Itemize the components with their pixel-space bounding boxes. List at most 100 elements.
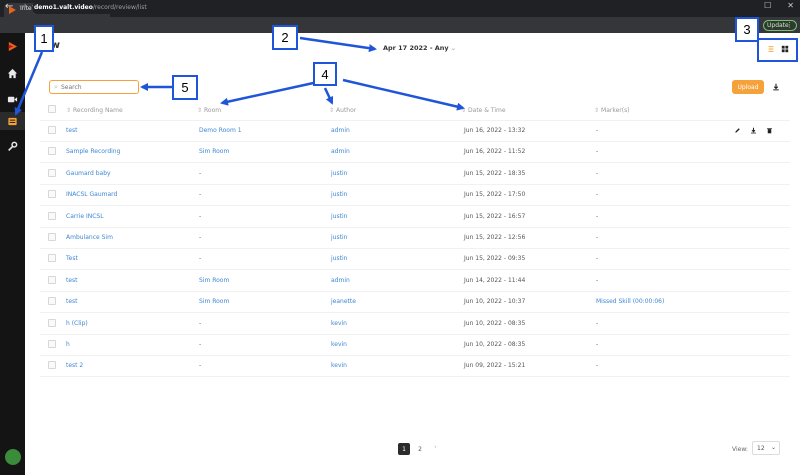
cell-author[interactable]: justin [331,191,347,198]
cell-date-time: Jun 14, 2022 - 11:44 [464,276,526,284]
cell-recording-name[interactable]: Test [66,255,78,262]
page-2-button[interactable]: 2 [414,443,426,455]
cell-recording-name[interactable]: Gaumard baby [66,170,111,177]
cell-author[interactable]: admin [331,148,350,155]
more-menu-icon[interactable]: ⋮ [786,21,793,29]
row-checkbox[interactable] [48,211,56,220]
cell-markers: - [596,127,599,134]
row-checkbox[interactable] [48,275,56,284]
table-row[interactable]: test Sim Room jeanette Jun 10, 2022 - 10:37… [40,292,790,314]
row-checkbox[interactable] [48,233,56,241]
callout-2: 2 [272,25,298,50]
edit-icon[interactable] [732,125,742,135]
tools-icon[interactable] [0,137,25,155]
download-icon[interactable] [769,80,783,94]
cell-author[interactable]: admin [331,277,350,284]
cell-markers[interactable]: Missed Skill (00:00:06) [596,298,664,305]
cell-date-time: Jun 15, 2022 - 09:35 [464,255,526,263]
header-room[interactable]: ⇕ Room [197,107,221,114]
cell-room[interactable]: Sim Room [199,298,229,305]
row-checkbox[interactable] [48,318,56,327]
address-bar[interactable]: demo1.valt.video/record/review/list [32,2,757,14]
table-row[interactable]: INACSL Gaumard - justin Jun 15, 2022 - 17:5… [40,185,790,207]
cell-room[interactable]: Demo Room 1 [199,127,242,134]
header-date-time[interactable]: ⇕ Date & Time [461,107,506,114]
cell-recording-name[interactable]: INACSL Gaumard [66,191,117,198]
row-checkbox[interactable] [48,190,56,199]
back-arrow-icon[interactable]: ← [5,1,13,12]
cell-recording-name[interactable]: test 2 [66,362,83,369]
cell-markers: - [596,191,599,199]
page-size-select[interactable]: 12 ⌄ [752,441,780,455]
date-range-filter[interactable]: Apr 17 2022 - Any ⌄ [383,44,456,52]
page-1-button[interactable]: 1 [398,443,410,455]
cell-room[interactable]: Sim Room [199,148,229,155]
table-row[interactable]: Carrie INCSL - justin Jun 15, 2022 - 16:57 - [40,207,790,228]
next-page-icon[interactable]: › [434,443,437,451]
cell-author[interactable]: jeanette [331,298,356,305]
table-row[interactable]: test 2 - kevin Jun 09, 2022 - 15:21 - [40,356,790,378]
row-checkbox[interactable] [48,168,56,177]
table-row[interactable]: h - kevin Jun 10, 2022 - 08:35 - [40,335,790,356]
row-checkbox[interactable] [48,147,56,156]
table-row[interactable]: Gaumard baby - justin Jun 15, 2022 - 18:35 - [40,164,790,185]
cell-author[interactable]: justin [331,255,347,262]
home-icon[interactable] [0,64,25,82]
header-author[interactable]: ⇕ Author [329,107,356,114]
url-path: /record/review/list [92,4,147,11]
user-avatar[interactable] [5,449,21,465]
table-row[interactable]: test Sim Room admin Jun 14, 2022 - 11:44 - [40,271,790,292]
delete-icon[interactable] [764,125,774,135]
search-input[interactable] [61,82,136,92]
row-checkbox[interactable] [48,297,56,306]
download-icon[interactable] [748,125,758,135]
row-checkbox[interactable] [48,254,56,263]
close-icon[interactable]: ✕ [787,1,794,10]
cell-recording-name[interactable]: Carrie INCSL [66,213,104,220]
cell-markers: - [596,148,599,156]
cell-recording-name[interactable]: Sample Recording [66,148,120,155]
forward-arrow-icon[interactable]: → [19,1,27,12]
cell-recording-name[interactable]: test [66,277,78,284]
cell-room: - [199,341,202,348]
cell-recording-name[interactable]: h [66,341,70,348]
cell-room[interactable]: Sim Room [199,277,229,284]
cell-recording-name[interactable]: h (Clip) [66,320,88,327]
cell-recording-name[interactable]: Ambulance Sim [66,234,113,241]
table-row[interactable]: Test - justin Jun 15, 2022 - 09:35 - [40,249,790,271]
chevron-down-icon: ⌄ [450,44,457,52]
cell-author[interactable]: kevin [331,320,347,327]
search-field[interactable]: ⌕ [49,80,139,94]
select-all-checkbox[interactable] [48,105,56,113]
brand-logo-icon[interactable] [0,37,25,55]
cell-room: - [199,255,202,263]
table-row[interactable]: Ambulance Sim - justin Jun 15, 2022 - 12:56… [40,228,790,249]
cell-recording-name[interactable]: test [66,298,78,305]
cell-date-time: Jun 15, 2022 - 16:57 [464,212,526,220]
cell-room: - [199,362,202,370]
record-icon[interactable] [0,90,25,108]
table-row[interactable]: test Demo Room 1 admin Jun 16, 2022 - 13:32… [40,121,790,142]
upload-button[interactable]: Upload [732,80,764,94]
cell-room: - [199,212,202,220]
cell-date-time: Jun 16, 2022 - 13:32 [464,127,526,134]
table-row[interactable]: Sample Recording Sim Room admin Jun 16, 202… [40,142,790,164]
cell-author[interactable]: justin [331,213,347,220]
review-icon[interactable] [0,112,25,130]
cell-author[interactable]: admin [331,127,350,134]
table-row[interactable]: h (Clip) - kevin Jun 10, 2022 - 08:35 - [40,314,790,335]
chevron-down-icon: ⌄ [770,444,776,451]
row-checkbox[interactable] [48,340,56,348]
cell-author[interactable]: justin [331,234,347,241]
cell-author[interactable]: justin [331,170,347,177]
header-markers[interactable]: ⇕ Marker(s) [594,107,630,114]
row-checkbox[interactable] [48,361,56,370]
row-checkbox[interactable] [48,126,56,134]
cell-recording-name[interactable]: test [66,127,78,134]
cell-author[interactable]: kevin [331,341,347,348]
callout-5: 5 [172,75,198,100]
maximize-icon[interactable]: ☐ [764,1,771,10]
header-recording-name[interactable]: ⇕ Recording Name [66,107,123,114]
cell-author[interactable]: kevin [331,362,347,369]
update-button[interactable]: Update ⋮ [763,20,797,31]
